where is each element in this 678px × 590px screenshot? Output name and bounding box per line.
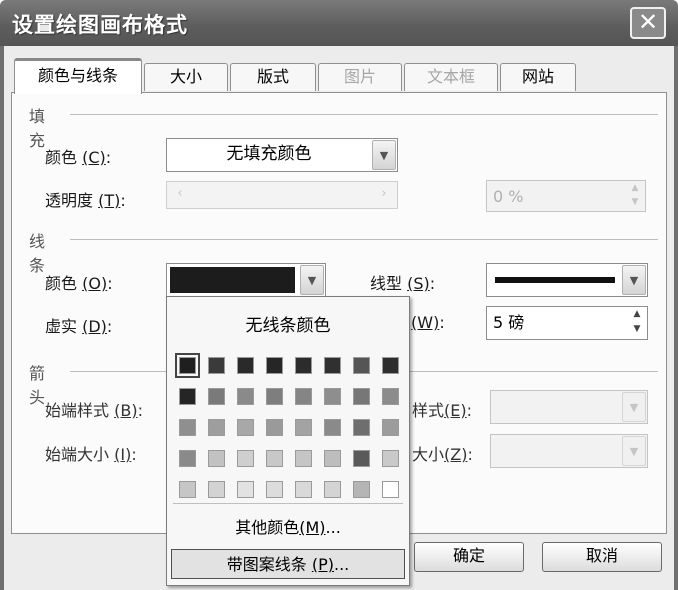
color-swatch[interactable] bbox=[324, 388, 341, 405]
color-swatch[interactable] bbox=[382, 481, 399, 498]
chevron-left-icon: ‹ bbox=[177, 186, 183, 201]
chevron-down-icon[interactable]: ▼ bbox=[300, 265, 324, 295]
spin-down-icon[interactable]: ▼ bbox=[628, 323, 646, 338]
tab-website[interactable]: 网站 bbox=[500, 63, 576, 91]
color-swatch[interactable] bbox=[324, 357, 341, 374]
color-swatch[interactable] bbox=[266, 388, 283, 405]
color-swatch[interactable] bbox=[179, 481, 196, 498]
color-swatch[interactable] bbox=[266, 419, 283, 436]
line-weight-value: 5 磅 bbox=[493, 313, 525, 332]
begin-style-label: 始端样式 (B): bbox=[45, 401, 143, 420]
line-color-dropdown[interactable]: ▼ bbox=[166, 263, 326, 297]
tab-size[interactable]: 大小 bbox=[144, 63, 228, 91]
close-icon: ✕ bbox=[637, 8, 659, 36]
dash-label: 虚实 (D): bbox=[45, 317, 113, 336]
color-swatch[interactable] bbox=[208, 481, 225, 498]
chevron-down-icon[interactable]: ▼ bbox=[622, 265, 646, 295]
line-color-swatch bbox=[170, 267, 295, 293]
color-swatch[interactable] bbox=[237, 419, 254, 436]
line-color-popup: 无线条颜色 其他颜色(M)... 带图案线条 (P)... bbox=[166, 296, 410, 586]
color-swatch[interactable] bbox=[353, 388, 370, 405]
close-button[interactable]: ✕ bbox=[630, 7, 666, 39]
color-swatch[interactable] bbox=[353, 481, 370, 498]
popup-separator bbox=[173, 503, 403, 504]
tab-layout[interactable]: 版式 bbox=[230, 63, 316, 91]
fill-color-value: 无填充颜色 bbox=[226, 144, 312, 164]
color-swatch[interactable] bbox=[295, 357, 312, 374]
color-swatch[interactable] bbox=[266, 481, 283, 498]
chevron-right-icon: › bbox=[381, 186, 387, 201]
line-color-label: 颜色 (O): bbox=[45, 274, 113, 293]
spin-up-icon[interactable]: ▲ bbox=[628, 308, 646, 323]
chevron-down-icon[interactable]: ▼ bbox=[372, 140, 396, 170]
color-swatch[interactable] bbox=[179, 388, 196, 405]
tab-colors-and-lines[interactable]: 颜色与线条 bbox=[14, 58, 142, 94]
arrows-group-label: 箭头 bbox=[29, 364, 46, 407]
color-swatch[interactable] bbox=[237, 357, 254, 374]
fill-color-label: 颜色 (C): bbox=[45, 148, 112, 167]
dialog-title: 设置绘图画布格式 bbox=[12, 13, 188, 37]
color-swatch[interactable] bbox=[266, 450, 283, 467]
color-swatch[interactable] bbox=[324, 450, 341, 467]
color-swatch[interactable] bbox=[295, 388, 312, 405]
spinner-buttons[interactable]: ▲ ▼ bbox=[628, 308, 646, 338]
color-swatch[interactable] bbox=[353, 450, 370, 467]
color-swatch[interactable] bbox=[382, 388, 399, 405]
color-swatch[interactable] bbox=[353, 419, 370, 436]
color-swatch[interactable] bbox=[353, 357, 370, 374]
color-swatch[interactable] bbox=[295, 419, 312, 436]
title-bar[interactable]: 设置绘图画布格式 ✕ bbox=[0, 0, 678, 46]
transparency-label: 透明度 (T): bbox=[45, 191, 126, 210]
line-separator bbox=[70, 239, 658, 240]
line-weight-spinner[interactable]: 5 磅 ▲ ▼ bbox=[486, 306, 648, 340]
chevron-down-icon: ▼ bbox=[622, 392, 646, 422]
spinner-buttons: ▲ ▼ bbox=[626, 182, 644, 210]
end-size-dropdown: ▼ bbox=[490, 434, 648, 468]
fill-color-dropdown[interactable]: 无填充颜色 ▼ bbox=[166, 138, 398, 172]
color-swatch[interactable] bbox=[237, 388, 254, 405]
fill-separator bbox=[70, 114, 658, 115]
tab-picture: 图片 bbox=[318, 63, 402, 91]
transparency-value: 0 % bbox=[493, 187, 524, 206]
end-style-dropdown: ▼ bbox=[490, 390, 648, 424]
line-group-label: 线条 bbox=[29, 232, 46, 275]
tab-text-box: 文本框 bbox=[404, 63, 498, 91]
no-line-color-option[interactable]: 无线条颜色 bbox=[167, 311, 409, 336]
transparency-spinner: 0 % ▲ ▼ bbox=[486, 180, 646, 212]
color-swatch[interactable] bbox=[175, 353, 200, 378]
color-swatch[interactable] bbox=[324, 481, 341, 498]
color-swatch[interactable] bbox=[382, 357, 399, 374]
color-swatch[interactable] bbox=[179, 419, 196, 436]
line-style-label: 线型 (S): bbox=[370, 274, 436, 293]
line-weight-label: (W): bbox=[411, 313, 445, 332]
color-swatch[interactable] bbox=[237, 450, 254, 467]
color-swatch[interactable] bbox=[179, 450, 196, 467]
color-swatch[interactable] bbox=[295, 481, 312, 498]
color-swatch[interactable] bbox=[208, 419, 225, 436]
chevron-down-icon: ▼ bbox=[622, 436, 646, 466]
line-style-preview bbox=[495, 277, 615, 283]
color-swatch[interactable] bbox=[237, 481, 254, 498]
end-style-label: 样式(E): bbox=[412, 401, 472, 420]
color-swatch[interactable] bbox=[208, 450, 225, 467]
patterned-lines-option[interactable]: 带图案线条 (P)... bbox=[171, 549, 405, 579]
transparency-slider: ‹ › bbox=[166, 181, 398, 209]
begin-size-label: 始端大小 (I): bbox=[45, 445, 137, 464]
color-swatch[interactable] bbox=[266, 357, 283, 374]
spin-up-icon: ▲ bbox=[631, 183, 639, 193]
color-swatch[interactable] bbox=[324, 419, 341, 436]
color-swatch[interactable] bbox=[382, 419, 399, 436]
cancel-button[interactable]: 取消 bbox=[542, 542, 662, 572]
spin-down-icon: ▼ bbox=[631, 197, 639, 207]
end-size-label: 大小(Z): bbox=[412, 445, 473, 464]
more-colors-option[interactable]: 其他颜色(M)... bbox=[171, 513, 405, 543]
fill-group-label: 填充 bbox=[29, 107, 46, 150]
color-swatch[interactable] bbox=[208, 388, 225, 405]
color-swatch[interactable] bbox=[295, 450, 312, 467]
color-swatch[interactable] bbox=[382, 450, 399, 467]
color-swatch[interactable] bbox=[208, 357, 225, 374]
line-style-dropdown[interactable]: ▼ bbox=[486, 263, 648, 297]
ok-button[interactable]: 确定 bbox=[414, 542, 524, 572]
